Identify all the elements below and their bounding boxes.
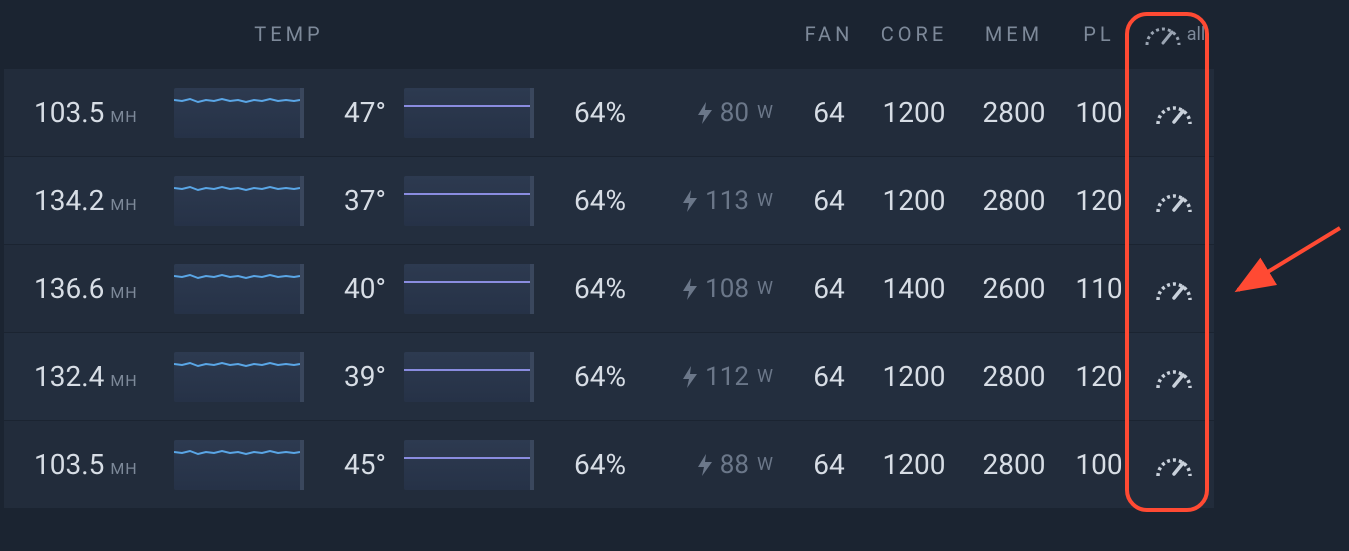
- table-row: 134.2 MH 37° 64% 113 W6412002800120: [4, 156, 1214, 244]
- pl-value: 100: [1064, 448, 1134, 481]
- power-value: 113 W: [644, 186, 794, 216]
- pl-value: 120: [1064, 360, 1134, 393]
- fan-sparkline: [404, 176, 534, 226]
- power-value: 88 W: [644, 450, 794, 480]
- power-value: 80 W: [644, 98, 794, 128]
- header-overclock-all-label: all: [1187, 24, 1206, 45]
- fan-percent-value: 64%: [564, 360, 644, 393]
- temp-value: 47°: [334, 96, 404, 129]
- fan-percent-value: 64%: [564, 96, 644, 129]
- table-row: 136.6 MH 40° 64% 108 W6414002600110: [4, 244, 1214, 332]
- core-value: 1200: [864, 360, 964, 393]
- hashrate-value: 103.5 MH: [34, 448, 174, 481]
- hashrate-value: 136.6 MH: [34, 272, 174, 305]
- header-mem: MEM: [964, 22, 1064, 46]
- header-temp: TEMP: [174, 22, 404, 46]
- overclock-button[interactable]: [1134, 450, 1214, 480]
- fan-value: 64: [794, 272, 864, 305]
- power-value: 108 W: [644, 274, 794, 304]
- temp-sparkline: [174, 88, 304, 138]
- overclock-button[interactable]: [1134, 98, 1214, 128]
- core-value: 1200: [864, 96, 964, 129]
- fan-value: 64: [794, 448, 864, 481]
- header-fan: FAN: [794, 22, 864, 46]
- gauge-icon: [1154, 274, 1194, 304]
- fan-value: 64: [794, 96, 864, 129]
- overclock-button[interactable]: [1134, 362, 1214, 392]
- pl-value: 100: [1064, 96, 1134, 129]
- temp-sparkline: [174, 264, 304, 314]
- temp-value: 40°: [334, 272, 404, 305]
- temp-value: 45°: [334, 448, 404, 481]
- power-value: 112 W: [644, 362, 794, 392]
- header-overclock-all[interactable]: all: [1134, 19, 1214, 49]
- hashrate-value: 134.2 MH: [34, 184, 174, 217]
- pl-value: 120: [1064, 184, 1134, 217]
- core-value: 1200: [864, 184, 964, 217]
- fan-sparkline: [404, 88, 534, 138]
- gauge-icon: [1154, 186, 1194, 216]
- temp-value: 37°: [334, 184, 404, 217]
- gauge-icon: [1154, 362, 1194, 392]
- mem-value: 2600: [964, 272, 1064, 305]
- table-row: 132.4 MH 39° 64% 112 W6412002800120: [4, 332, 1214, 420]
- temp-value: 39°: [334, 360, 404, 393]
- fan-sparkline: [404, 440, 534, 490]
- fan-percent-value: 64%: [564, 272, 644, 305]
- table-header-row: TEMP FAN CORE MEM PL all: [4, 0, 1214, 68]
- header-pl: PL: [1064, 22, 1134, 46]
- hashrate-value: 103.5 MH: [34, 96, 174, 129]
- pl-value: 110: [1064, 272, 1134, 305]
- temp-sparkline: [174, 352, 304, 402]
- temp-sparkline: [174, 176, 304, 226]
- fan-percent-value: 64%: [564, 448, 644, 481]
- stats-table: TEMP FAN CORE MEM PL all 103.5 MH 47° 64…: [4, 0, 1214, 508]
- fan-value: 64: [794, 184, 864, 217]
- core-value: 1400: [864, 272, 964, 305]
- gauge-icon: [1154, 98, 1194, 128]
- table-row: 103.5 MH 45° 64% 88 W6412002800100: [4, 420, 1214, 508]
- overclock-button[interactable]: [1134, 274, 1214, 304]
- gauge-icon: [1154, 450, 1194, 480]
- mem-value: 2800: [964, 448, 1064, 481]
- fan-value: 64: [794, 360, 864, 393]
- mem-value: 2800: [964, 96, 1064, 129]
- table-row: 103.5 MH 47° 64% 80 W6412002800100: [4, 68, 1214, 156]
- core-value: 1200: [864, 448, 964, 481]
- header-core: CORE: [864, 22, 964, 46]
- fan-sparkline: [404, 264, 534, 314]
- overclock-button[interactable]: [1134, 186, 1214, 216]
- hashrate-value: 132.4 MH: [34, 360, 174, 393]
- mem-value: 2800: [964, 184, 1064, 217]
- temp-sparkline: [174, 440, 304, 490]
- gauge-icon: [1143, 19, 1183, 49]
- mem-value: 2800: [964, 360, 1064, 393]
- fan-sparkline: [404, 352, 534, 402]
- fan-percent-value: 64%: [564, 184, 644, 217]
